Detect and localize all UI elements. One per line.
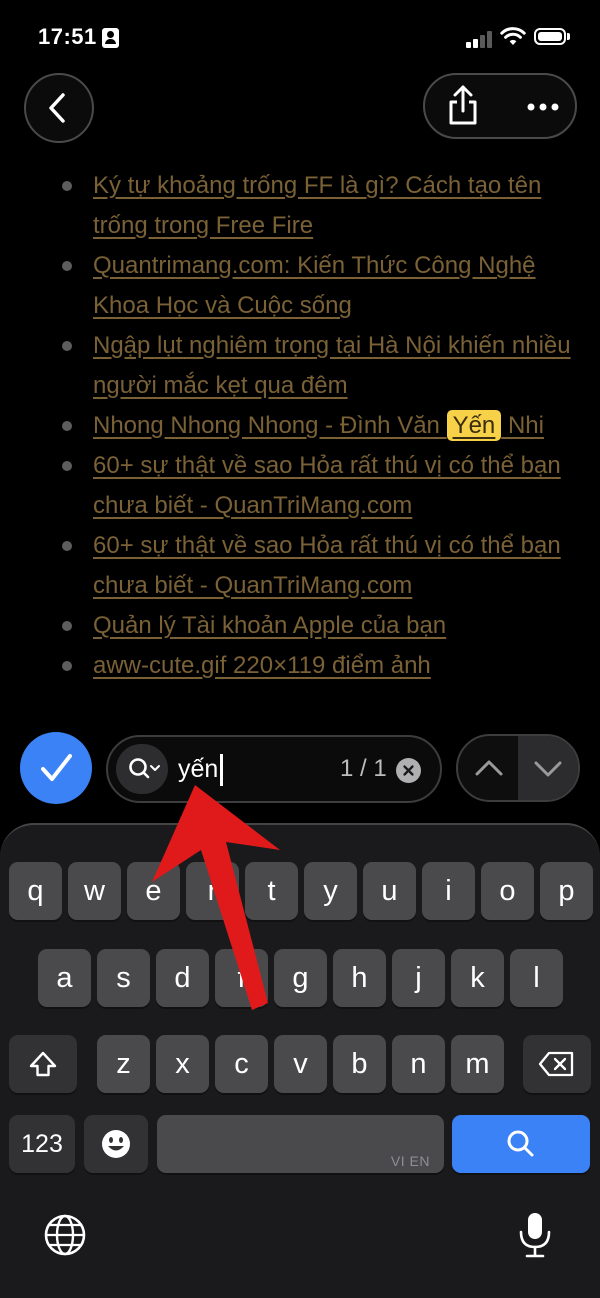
numbers-key[interactable]: 123 xyxy=(9,1115,75,1173)
key-w[interactable]: w xyxy=(68,862,121,920)
list-item: Ký tự khoảng trống FF là gì? Cách tạo tê… xyxy=(60,166,580,246)
keyboard-language-hint: VI EN xyxy=(390,1153,430,1169)
status-time: 17:51 xyxy=(38,24,97,49)
link-text-after: Nhi xyxy=(501,412,544,439)
cellular-signal-icon xyxy=(466,30,494,48)
key-a[interactable]: a xyxy=(38,949,91,1007)
delete-icon xyxy=(538,1051,574,1077)
related-link[interactable]: Quản lý Tài khoản Apple của bạn xyxy=(93,612,446,639)
key-i[interactable]: i xyxy=(422,862,475,920)
wifi-icon xyxy=(500,27,526,45)
match-navigation xyxy=(456,734,580,802)
key-o[interactable]: o xyxy=(481,862,534,920)
key-m[interactable]: m xyxy=(451,1035,504,1093)
key-e[interactable]: e xyxy=(127,862,180,920)
done-button[interactable] xyxy=(20,732,92,804)
key-n[interactable]: n xyxy=(392,1035,445,1093)
list-item: 60+ sự thật về sao Hỏa rất thú vị có thể… xyxy=(60,526,580,606)
key-u[interactable]: u xyxy=(363,862,416,920)
clear-icon xyxy=(403,765,414,776)
list-item: Quantrimang.com: Kiến Thức Công Nghệ Kho… xyxy=(60,246,580,326)
more-button[interactable] xyxy=(513,75,573,137)
key-r[interactable]: r xyxy=(186,862,239,920)
chevron-left-icon xyxy=(49,93,65,123)
list-item: aww-cute.gif 220×119 điểm ảnh xyxy=(60,646,580,686)
key-s[interactable]: s xyxy=(97,949,150,1007)
space-key[interactable]: VI EN xyxy=(157,1115,444,1173)
key-z[interactable]: z xyxy=(97,1035,150,1093)
globe-button[interactable] xyxy=(40,1210,90,1260)
toolbar-pill xyxy=(423,73,577,139)
delete-key[interactable] xyxy=(523,1035,591,1093)
text-cursor xyxy=(220,754,223,786)
clear-button[interactable] xyxy=(396,758,421,783)
key-k[interactable]: k xyxy=(451,949,504,1007)
key-b[interactable]: b xyxy=(333,1035,386,1093)
checkmark-icon xyxy=(41,754,72,781)
key-x[interactable]: x xyxy=(156,1035,209,1093)
article-content: Ký tự khoảng trống FF là gì? Cách tạo tê… xyxy=(60,166,580,686)
previous-match-button[interactable] xyxy=(458,736,518,800)
dictation-button[interactable] xyxy=(510,1208,560,1262)
key-t[interactable]: t xyxy=(245,862,298,920)
share-icon xyxy=(449,85,477,125)
related-link[interactable]: 60+ sự thật về sao Hỏa rất thú vị có thể… xyxy=(93,532,561,599)
find-input[interactable]: yến xyxy=(178,755,218,784)
related-link[interactable]: Nhong Nhong Nhong - Đình Văn Yến Nhi xyxy=(93,410,544,441)
related-link[interactable]: 60+ sự thật về sao Hỏa rất thú vị có thể… xyxy=(93,452,561,519)
back-button[interactable] xyxy=(24,73,94,143)
key-l[interactable]: l xyxy=(510,949,563,1007)
battery-icon xyxy=(534,28,566,45)
list-item: Ngập lụt nghiêm trọng tại Hà Nội khiến n… xyxy=(60,326,580,406)
link-text-before: Nhong Nhong Nhong - Đình Văn xyxy=(93,412,447,439)
microphone-icon xyxy=(519,1213,551,1258)
search-options-button[interactable] xyxy=(116,744,168,794)
share-button[interactable] xyxy=(433,75,493,137)
list-item: 60+ sự thật về sao Hỏa rất thú vị có thể… xyxy=(60,446,580,526)
shift-icon xyxy=(29,1051,57,1077)
shift-key[interactable] xyxy=(9,1035,77,1093)
emoji-icon xyxy=(102,1130,130,1158)
find-field[interactable]: yến 1 / 1 xyxy=(106,735,442,803)
key-h[interactable]: h xyxy=(333,949,386,1007)
key-g[interactable]: g xyxy=(274,949,327,1007)
key-p[interactable]: p xyxy=(540,862,593,920)
focus-person-icon xyxy=(102,28,119,48)
keyboard: q w e r t y u i o p a s d f g h j k l z … xyxy=(0,823,600,1298)
key-c[interactable]: c xyxy=(215,1035,268,1093)
key-v[interactable]: v xyxy=(274,1035,327,1093)
key-q[interactable]: q xyxy=(9,862,62,920)
chevron-down-icon xyxy=(534,761,562,777)
related-link[interactable]: aww-cute.gif 220×119 điểm ảnh xyxy=(93,652,431,679)
globe-icon xyxy=(44,1214,86,1256)
battery-nub xyxy=(567,33,570,40)
key-j[interactable]: j xyxy=(392,949,445,1007)
search-match-highlight: Yến xyxy=(446,410,502,441)
key-f[interactable]: f xyxy=(215,949,268,1007)
search-icon xyxy=(507,1130,534,1157)
related-link[interactable]: Quantrimang.com: Kiến Thức Công Nghệ Kho… xyxy=(93,252,536,319)
key-y[interactable]: y xyxy=(304,862,357,920)
search-key[interactable] xyxy=(452,1115,590,1173)
next-match-button[interactable] xyxy=(518,736,578,800)
list-item: Nhong Nhong Nhong - Đình Văn Yến Nhi xyxy=(60,406,580,446)
emoji-key[interactable] xyxy=(84,1115,148,1173)
key-d[interactable]: d xyxy=(156,949,209,1007)
match-count: 1 / 1 xyxy=(340,755,387,782)
list-item: Quản lý Tài khoản Apple của bạn xyxy=(60,606,580,646)
related-link[interactable]: Ký tự khoảng trống FF là gì? Cách tạo tê… xyxy=(93,172,541,239)
related-links-list: Ký tự khoảng trống FF là gì? Cách tạo tê… xyxy=(60,166,580,686)
ellipsis-icon xyxy=(527,103,559,111)
related-link[interactable]: Ngập lụt nghiêm trọng tại Hà Nội khiến n… xyxy=(93,332,571,399)
chevron-up-icon xyxy=(475,760,503,776)
search-options-icon xyxy=(129,758,160,779)
